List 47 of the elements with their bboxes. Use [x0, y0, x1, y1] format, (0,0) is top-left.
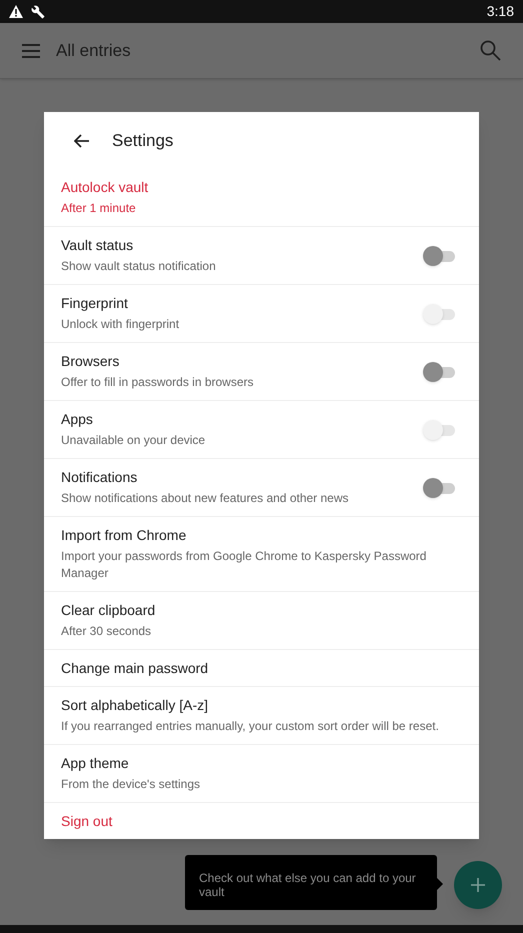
item-title: Fingerprint	[61, 294, 129, 312]
settings-item[interactable]: Browsers Offer to fill in passwords in browsers	[44, 342, 479, 400]
item-title: Sign out	[61, 812, 114, 830]
settings-item[interactable]: Vault status Show vault status notification	[44, 226, 479, 284]
wrench-icon	[31, 4, 45, 18]
tooltip-pointer-icon	[437, 878, 443, 890]
settings-item[interactable]: Sign out	[44, 802, 479, 839]
item-title: Apps	[61, 410, 94, 428]
item-title: Clear clipboard	[61, 601, 156, 619]
add-button[interactable]	[454, 861, 502, 909]
item-title: Vault status	[61, 236, 134, 254]
item-subtitle: From the device's settings	[61, 776, 202, 793]
settings-item[interactable]: Autolock vault After 1 minute	[44, 169, 479, 226]
settings-item[interactable]: Import from Chrome Import your passwords from Google Chrome to Kaspersky Password Manager	[44, 516, 479, 591]
item-subtitle: Offer to fill in passwords in browsers	[61, 374, 255, 391]
settings-item[interactable]: App theme From the device's settings	[44, 744, 479, 802]
settings-item[interactable]: Notifications Show notifications about new features and other news	[44, 458, 479, 516]
item-title: Autolock vault	[61, 178, 150, 196]
item-subtitle: Import your passwords from Google Chrome to Kaspersky Password Manager	[61, 548, 428, 582]
settings-item[interactable]: Sort alphabetically [A-z] If you rearranged entries manually, your custom sort order will be reset.	[44, 686, 479, 744]
item-subtitle: Show vault status notification	[61, 258, 217, 275]
item-subtitle: After 1 minute	[61, 200, 137, 217]
plus-icon	[471, 878, 485, 892]
item-subtitle: Show notifications about new features and other news	[61, 490, 350, 507]
status-time: 3:18	[486, 2, 514, 21]
item-title: Change main password	[61, 659, 210, 677]
warning-icon	[9, 5, 23, 18]
item-title: Notifications	[61, 468, 138, 486]
toggle-switch[interactable]	[423, 362, 455, 382]
search-icon[interactable]	[480, 40, 501, 61]
item-subtitle: Unlock with fingerprint	[61, 316, 180, 333]
item-subtitle: After 30 seconds	[61, 623, 152, 640]
settings-item[interactable]: Change main password	[44, 649, 479, 686]
item-title: App theme	[61, 754, 130, 772]
item-subtitle: If you rearranged entries manually, your custom sort order will be reset.	[61, 718, 440, 735]
item-subtitle: Unavailable on your device	[61, 432, 206, 449]
item-title: Import from Chrome	[61, 526, 188, 544]
app-title: All entries	[56, 40, 131, 62]
item-title: Browsers	[61, 352, 120, 370]
dialog-title: Settings	[112, 130, 174, 152]
menu-icon[interactable]	[22, 44, 40, 58]
tooltip: Check out what else you can add to your vault	[185, 855, 437, 910]
back-icon[interactable]	[74, 134, 90, 148]
item-title: Sort alphabetically [A-z]	[61, 696, 210, 714]
toggle-switch[interactable]	[423, 246, 455, 266]
toggle-switch[interactable]	[423, 478, 455, 498]
settings-item[interactable]: Clear clipboard After 30 seconds	[44, 591, 479, 649]
